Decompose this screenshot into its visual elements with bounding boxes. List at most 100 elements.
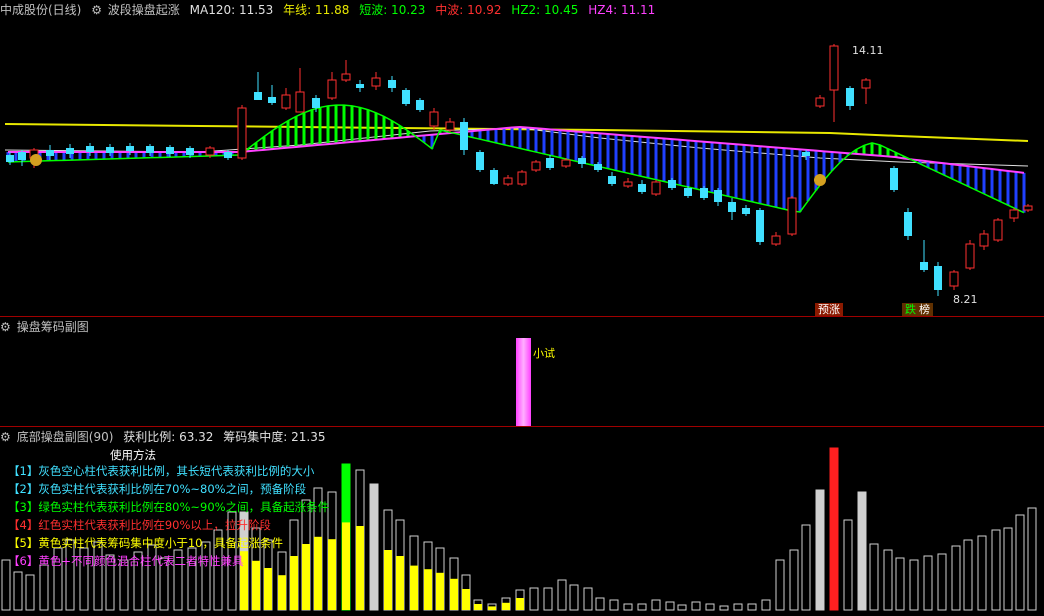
profit-bar [977, 535, 987, 611]
candle-body [904, 212, 912, 236]
profit-bar [775, 559, 785, 611]
concentration-value: 筹码集中度: 21.35 [223, 430, 326, 444]
concentration-bar [474, 604, 482, 610]
concentration-bar [264, 568, 272, 610]
candle-body [638, 184, 646, 192]
candle-body [503, 177, 513, 185]
candle-body [327, 79, 337, 99]
candle-body [66, 148, 74, 154]
profit-bar [13, 571, 23, 611]
profit-bar [719, 605, 729, 611]
chip-bar-label: 小试 [533, 347, 555, 360]
candle-body [771, 235, 781, 245]
legend-item-5: 【5】黄色实柱代表筹码集中度小于10，具备起涨条件 [8, 536, 283, 550]
concentration-bar [396, 556, 404, 610]
profit-bar [895, 557, 905, 611]
bottom-panel-title: 底部操盘副图(90) [16, 430, 114, 444]
candle-body [18, 152, 26, 160]
candle-body [684, 188, 692, 196]
chip-bar [516, 338, 531, 426]
profit-bar [651, 599, 661, 611]
profit-bar [569, 584, 579, 611]
profit-bar [869, 543, 879, 611]
concentration-bar [278, 575, 286, 610]
profit-bar [369, 483, 379, 611]
candle-body [371, 77, 381, 87]
candle-body [700, 188, 708, 198]
candle-body [623, 181, 633, 187]
tag-bang: 榜 [916, 303, 933, 317]
candle-body [6, 155, 14, 162]
profit-bar [801, 524, 811, 611]
candle-body [186, 148, 194, 155]
profit-bar [1003, 527, 1013, 611]
profit-bar [1027, 507, 1037, 611]
concentration-bar [488, 606, 496, 610]
profit-bar [909, 559, 919, 611]
profit-bar [843, 519, 853, 611]
candle-body [815, 97, 825, 107]
profit-bar [595, 597, 605, 611]
profit-bar [733, 603, 743, 611]
candle-body [890, 168, 898, 190]
profit-ratio-value: 获利比例: 63.32 [123, 430, 214, 444]
candle-body [531, 161, 541, 171]
concentration-bar [424, 569, 432, 610]
candle-body [312, 98, 320, 108]
money-bag-icon [30, 154, 42, 166]
candle-body [861, 79, 871, 89]
candle-body [594, 164, 602, 170]
candle-body [561, 159, 571, 167]
mid-panel-header: ⚙ 操盘筹码副图 [0, 318, 95, 336]
profit-bar [923, 555, 933, 611]
concentration-bar [314, 536, 322, 610]
profit-bar [963, 539, 973, 611]
candle-body [429, 111, 439, 127]
profit-bar [583, 587, 593, 611]
profit-bar [815, 489, 825, 611]
candle-body [517, 171, 527, 185]
candle-body [829, 45, 839, 91]
profit-bar [705, 603, 715, 611]
profit-bar [1015, 514, 1025, 611]
candle-body [728, 202, 736, 212]
profit-bar [609, 599, 619, 611]
candle-body [920, 262, 928, 270]
candle-body [979, 233, 989, 247]
candle-body [1023, 205, 1033, 211]
candle-body [356, 84, 364, 88]
concentration-bar [450, 578, 458, 610]
panel-toggle-icon[interactable]: ⚙ [0, 320, 11, 334]
mid-panel-title: 操盘筹码副图 [16, 320, 89, 334]
candle-body [756, 210, 764, 242]
profit-bar [529, 587, 539, 611]
profit-bar [761, 599, 771, 611]
low-price-label: 8.21 [953, 293, 978, 306]
candle-body [460, 122, 468, 150]
profit-bar [665, 601, 675, 611]
concentration-bar [252, 560, 260, 610]
candle-body [416, 100, 424, 110]
candle-body [106, 147, 114, 153]
profit-bar [829, 447, 839, 611]
candle-body [402, 90, 410, 104]
candle-body [714, 190, 722, 202]
legend-item-4: 【4】红色实柱代表获利比例在90%以上，拉升阶段 [8, 518, 271, 532]
profit-bar [557, 579, 567, 611]
concentration-bar [502, 602, 510, 610]
profit-bar [39, 564, 49, 611]
candle-body [445, 121, 455, 131]
profit-bar [691, 601, 701, 611]
profit-bar [677, 604, 687, 611]
candle-body [86, 146, 94, 152]
candle-body [490, 170, 498, 184]
money-bag-icon [814, 174, 826, 186]
concentration-bar [356, 526, 364, 610]
concentration-bar [384, 550, 392, 610]
candle-body [388, 80, 396, 88]
panel-toggle-icon[interactable]: ⚙ [0, 430, 11, 444]
concentration-bar [342, 522, 350, 610]
candle-body [237, 107, 247, 159]
candle-body [802, 152, 810, 156]
candle-body [651, 181, 661, 195]
